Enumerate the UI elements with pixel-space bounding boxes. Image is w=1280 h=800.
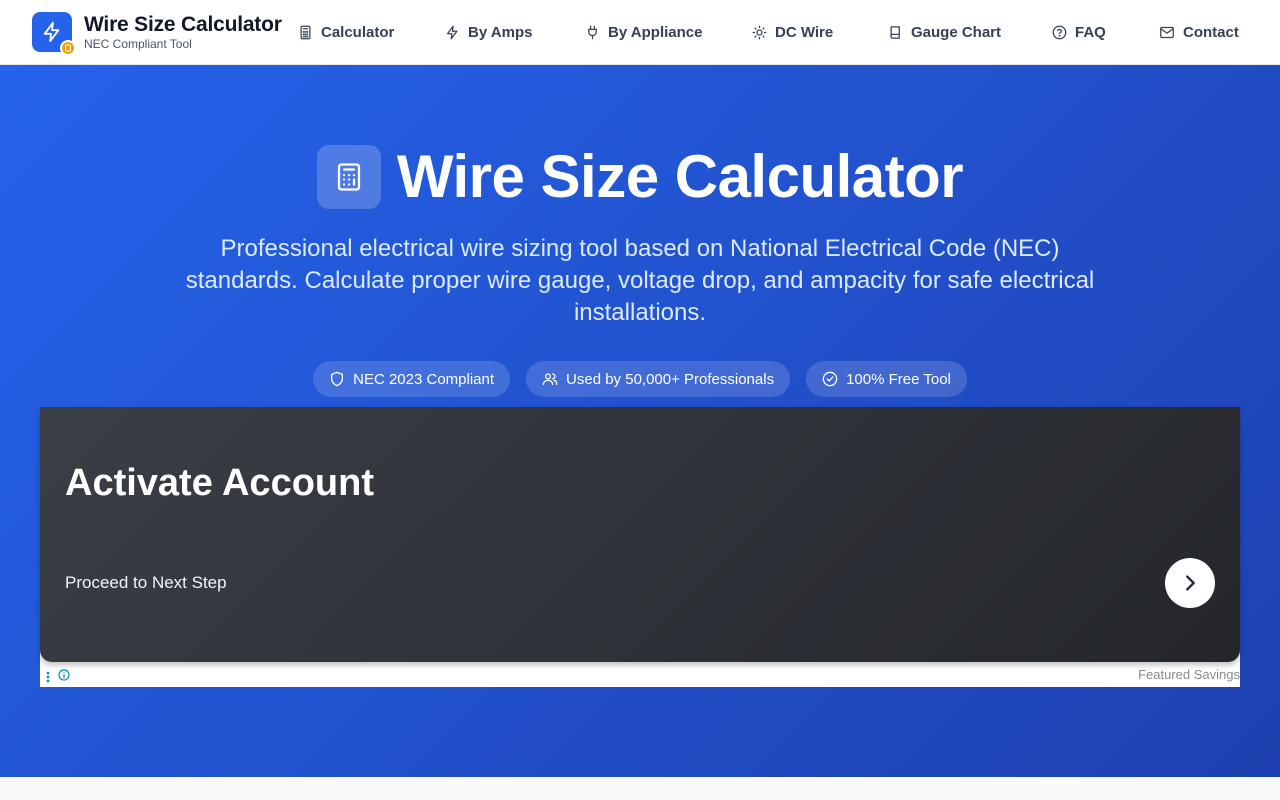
more-vertical-icon[interactable]: [46, 671, 50, 683]
badge-free-tool: 100% Free Tool: [806, 361, 967, 397]
question-icon: [1052, 25, 1067, 39]
ad-subtitle: Proceed to Next Step: [65, 573, 227, 592]
ad-next-button[interactable]: [1165, 558, 1215, 608]
badge-professionals: Used by 50,000+ Professionals: [526, 361, 791, 397]
nav-label: By Amps: [468, 23, 533, 41]
nav-item-contact[interactable]: Contact: [1159, 20, 1239, 44]
calculator-icon: [60, 40, 76, 56]
ad-title: Activate Account: [65, 462, 374, 504]
page-title: Wire Size Calculator: [396, 143, 964, 210]
nav-label: Contact: [1183, 23, 1239, 41]
lightning-bolt-icon: [32, 12, 76, 56]
calculator-icon: [316, 145, 381, 209]
site-header: Wire Size Calculator NEC Compliant Tool …: [0, 0, 1280, 65]
check-circle-icon: [822, 371, 838, 387]
nav-label: By Appliance: [608, 23, 703, 41]
calculator-icon: [300, 25, 311, 39]
brand[interactable]: Wire Size Calculator NEC Compliant Tool: [32, 12, 282, 56]
nav-label: Gauge Chart: [911, 23, 1002, 41]
shield-icon: [331, 371, 344, 387]
hero-section: Wire Size Calculator Professional electr…: [0, 65, 1280, 777]
nav-item-gauge-chart[interactable]: Gauge Chart: [888, 20, 1001, 44]
lightning-icon: [446, 25, 458, 39]
hero-description: Professional electrical wire sizing tool…: [185, 235, 1095, 326]
mail-icon: [1160, 26, 1174, 38]
trust-badges: NEC 2023 Compliant Used by 50,000+ Profe…: [0, 361, 1280, 397]
nav-item-calculator[interactable]: Calculator: [298, 20, 394, 44]
ad-card[interactable]: Activate Account Proceed to Next Step: [40, 407, 1240, 662]
advertisement: Activate Account Proceed to Next Step Fe…: [40, 407, 1240, 687]
chevron-right-icon: [1186, 575, 1195, 591]
ad-footer: Featured Savings: [40, 662, 1240, 687]
badge-label: 100% Free Tool: [846, 370, 951, 388]
nav-item-faq[interactable]: FAQ: [1052, 20, 1106, 44]
sun-icon: [752, 25, 767, 39]
nav-item-dc-wire[interactable]: DC Wire: [752, 20, 833, 44]
nav-item-by-amps[interactable]: By Amps: [445, 20, 532, 44]
nav-item-by-appliance[interactable]: By Appliance: [585, 20, 702, 44]
nav-label: Calculator: [321, 23, 395, 41]
info-icon[interactable]: [58, 669, 70, 681]
badge-label: Used by 50,000+ Professionals: [566, 370, 775, 388]
ad-label[interactable]: Featured Savings: [1138, 667, 1240, 683]
brand-subtitle: NEC Compliant Tool: [84, 37, 192, 51]
nav-label: FAQ: [1075, 23, 1106, 41]
nav-label: DC Wire: [775, 23, 834, 41]
users-icon: [542, 373, 558, 385]
badge-label: NEC 2023 Compliant: [353, 370, 495, 388]
hero-title-row: Wire Size Calculator: [0, 145, 1280, 209]
brand-title: Wire Size Calculator: [84, 13, 282, 36]
plug-icon: [588, 25, 597, 39]
badge-nec-compliant: NEC 2023 Compliant: [313, 361, 511, 397]
book-icon: [890, 25, 900, 39]
